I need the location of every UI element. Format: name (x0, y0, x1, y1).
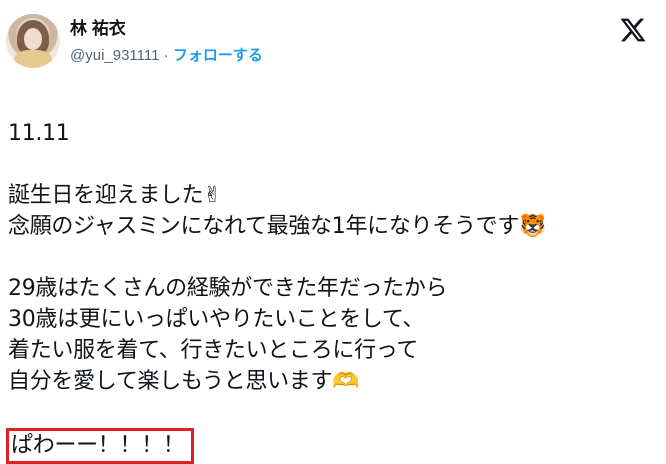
tweet-text: 11.11 誕生日を迎えました✌ 念願のジャスミンになれて最強な1年になりそうで… (6, 118, 658, 464)
highlighted-line-wrapper: ぱわーー！！！！ (6, 428, 658, 464)
avatar[interactable] (6, 14, 60, 68)
highlighted-line: ぱわーー！！！！ (6, 428, 194, 464)
x-logo-icon[interactable] (618, 16, 648, 44)
tweet-line: 30歳は更にいっぱいやりたいことをして、 (8, 307, 425, 332)
tweet-line: 念願のジャスミンになれて最強な1年になりそうです🐯 (8, 214, 547, 239)
tweet-line: 着たい服を着て、行きたいところに行って (8, 338, 419, 363)
separator-dot: · (159, 47, 173, 64)
display-name[interactable]: 林 祐衣 (70, 14, 126, 39)
tweet-header: 林 祐衣 @yui_931111 · フォローする (0, 0, 666, 80)
follow-button[interactable]: フォローする (173, 47, 263, 64)
tweet-line: 自分を愛して楽しもうと思います🫶 (8, 369, 360, 394)
tweet-line: 29歳はたくさんの経験ができた年だったから (8, 276, 448, 301)
tweet-line: 11.11 (8, 121, 70, 146)
handle-line: @yui_931111 · フォローする (70, 44, 263, 65)
user-handle[interactable]: @yui_931111 (70, 47, 159, 64)
tweet-line: 誕生日を迎えました✌ (8, 183, 222, 208)
avatar-face (24, 28, 42, 50)
avatar-body (14, 50, 52, 68)
